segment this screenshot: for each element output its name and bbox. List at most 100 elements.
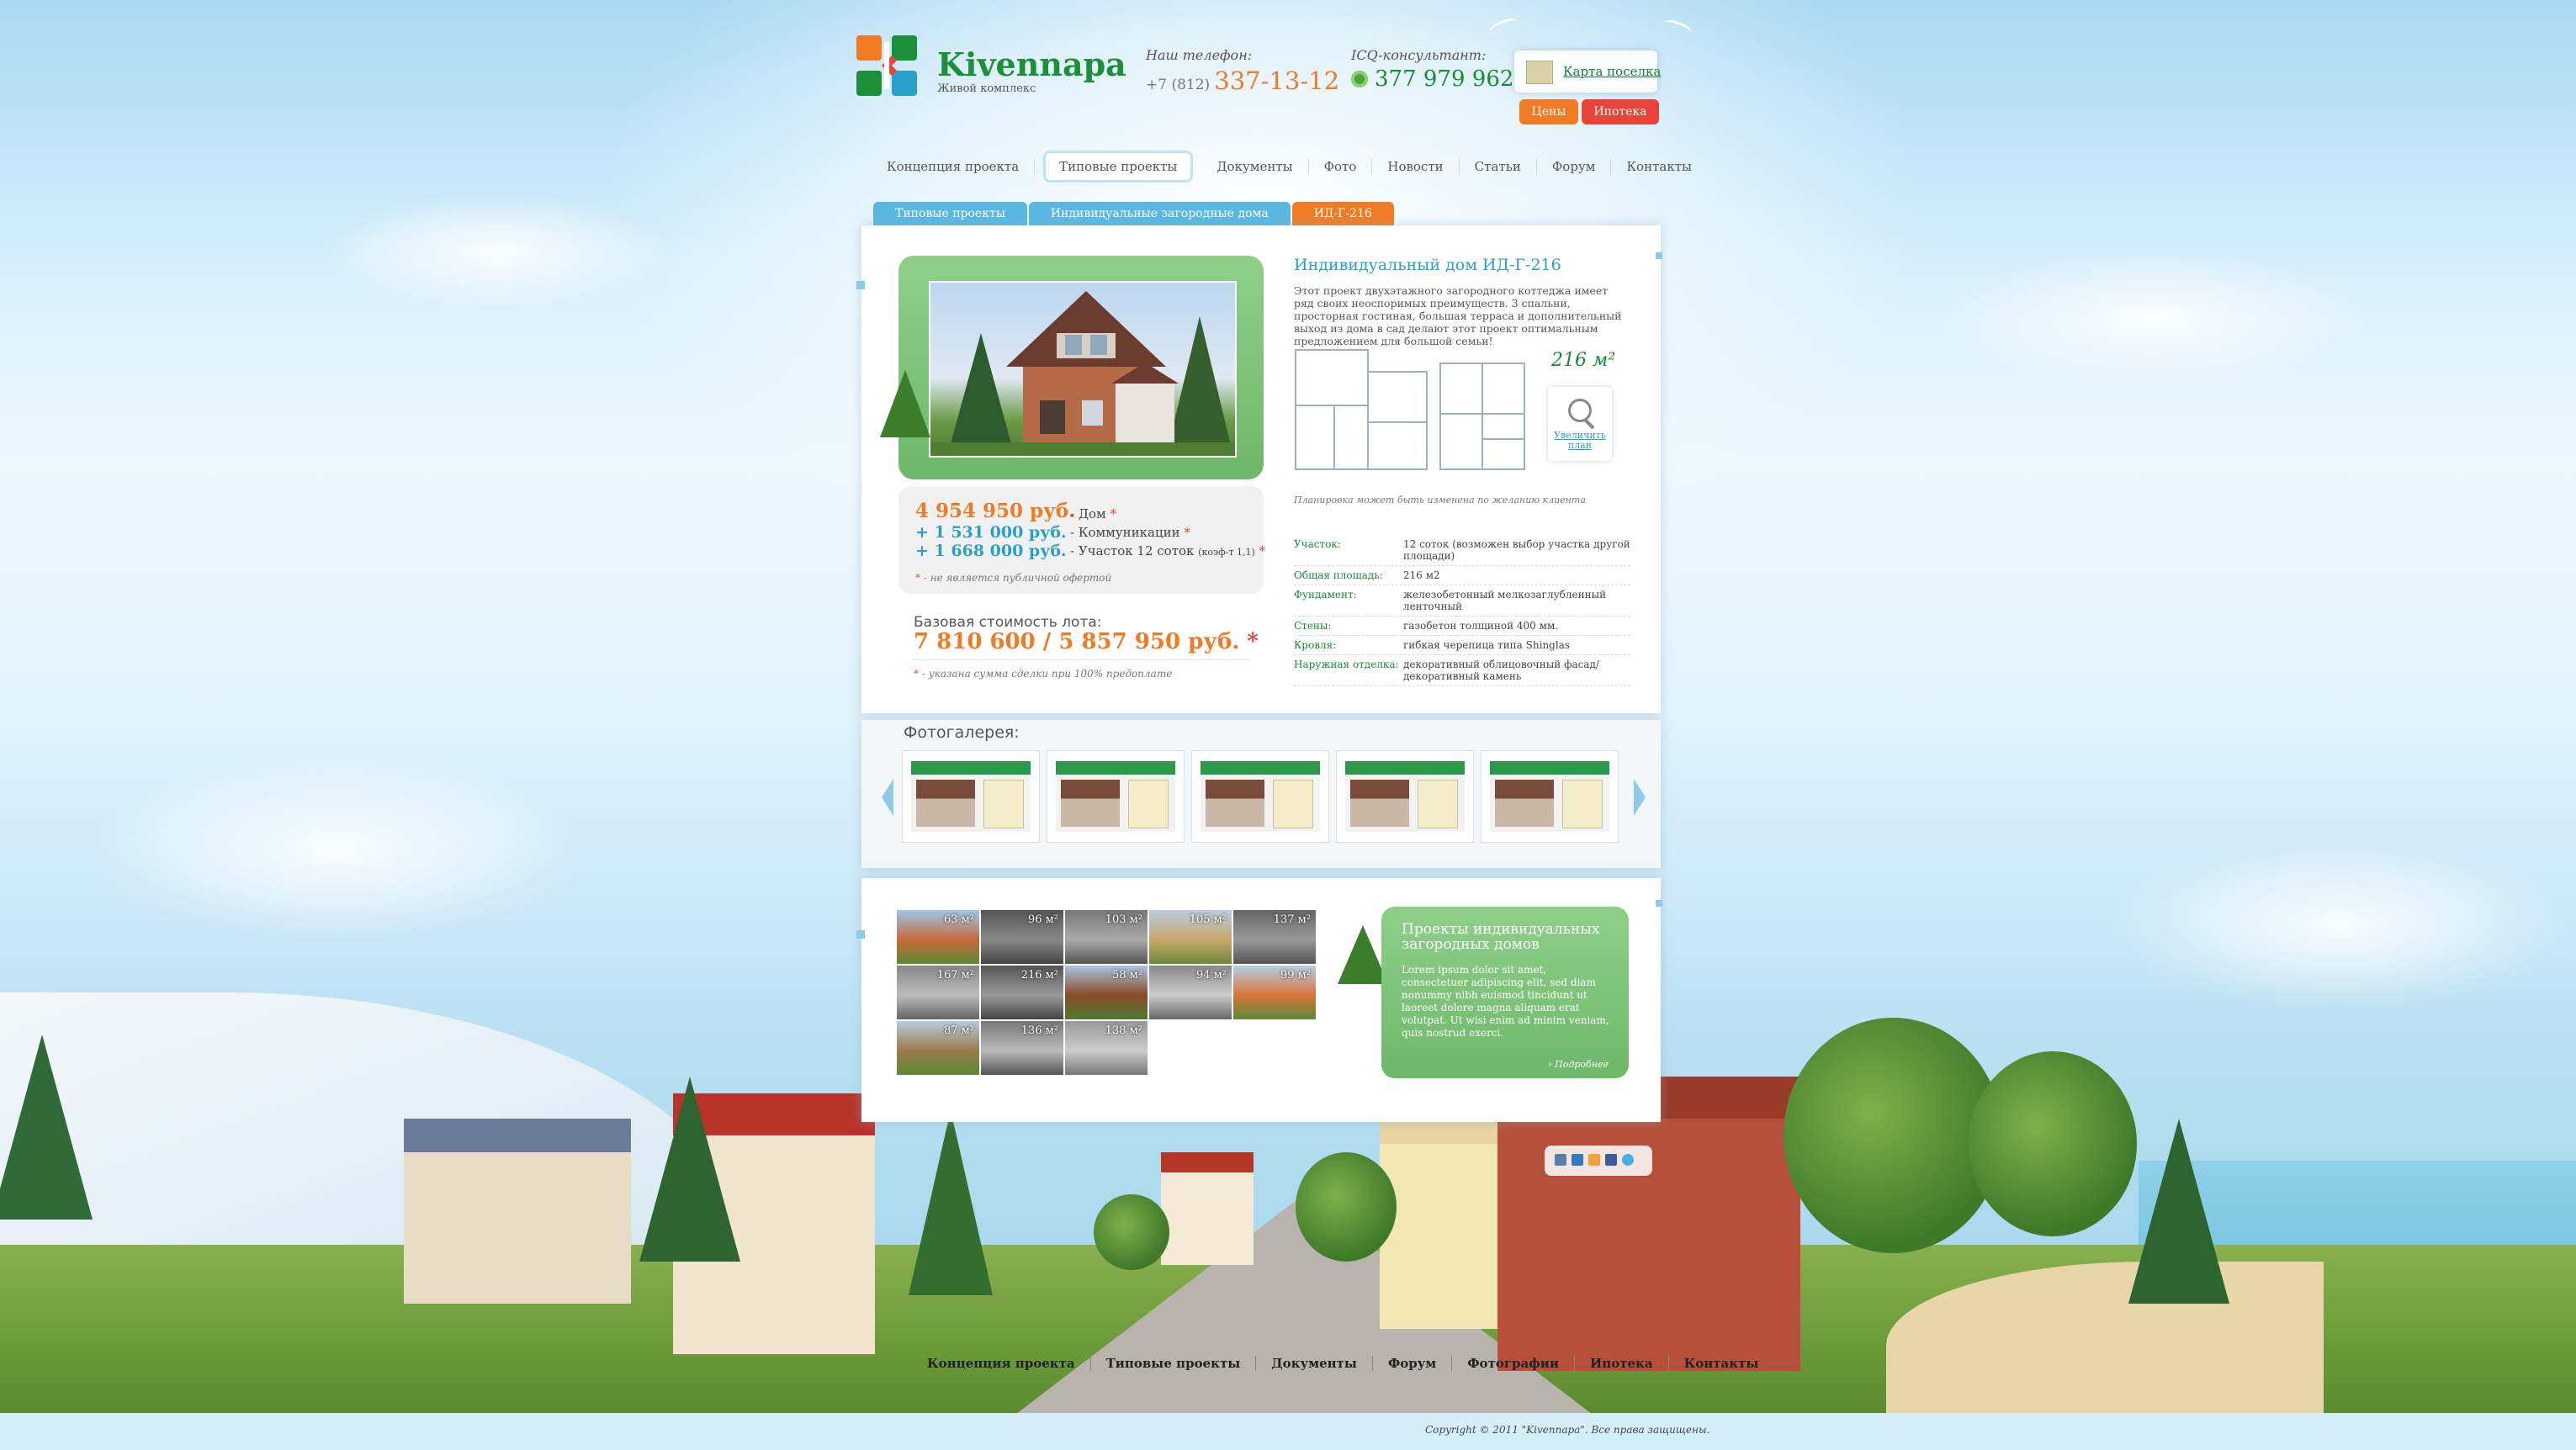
gallery-thumbnail[interactable] [1191, 750, 1329, 843]
palm-decoration [1338, 925, 1388, 984]
spec-row: Стены: газобетон толщиной 400 мм. [1294, 617, 1630, 636]
footer-nav: Концепция проекта Типовые проекты Докуме… [912, 1356, 1773, 1371]
gallery-next-arrow-icon[interactable] [1634, 779, 1646, 816]
project-thumb[interactable]: 94 м² [1149, 966, 1232, 1019]
map-icon [1526, 61, 1553, 84]
social-links [1545, 1146, 1652, 1176]
spec-row: Общая площадь: 216 м2 [1294, 566, 1630, 585]
project-thumb[interactable]: 103 м² [1065, 910, 1148, 964]
project-thumb[interactable]: 167 м² [897, 966, 979, 1019]
panel-corner-marker [856, 281, 865, 289]
asterisk: * [1184, 525, 1190, 540]
map-link-label[interactable]: Карта поселка [1563, 64, 1661, 79]
gallery-prev-arrow-icon[interactable] [882, 779, 893, 816]
nav-item-articles[interactable]: Статьи [1460, 158, 1537, 175]
spec-row: Наружная отделка: декоративный облицовочн… [1294, 655, 1630, 686]
blog-icon[interactable] [1572, 1154, 1583, 1166]
project-thumb[interactable]: 105 м² [1149, 910, 1232, 964]
spec-key: Стены: [1294, 620, 1332, 632]
scenery-house [404, 1119, 631, 1304]
project-area: 136 м² [1020, 1024, 1058, 1037]
cloud [1935, 252, 2372, 387]
village-map-link[interactable]: Карта поселка [1514, 50, 1661, 93]
projects-grid: 63 м² 96 м² 103 м² 105 м² 137 м² 167 м² … [897, 910, 1317, 1078]
mortgage-button[interactable]: Ипотека [1582, 99, 1659, 124]
house-photo[interactable] [929, 281, 1237, 458]
subtab-current-house[interactable]: ИД-Г-216 [1291, 202, 1394, 225]
footer-link-mortgage[interactable]: Ипотека [1575, 1356, 1669, 1371]
facebook-icon[interactable] [1605, 1154, 1617, 1166]
footer-link-forum[interactable]: Форум [1373, 1356, 1453, 1371]
zoom-plan-button[interactable]: Увеличить план [1548, 387, 1612, 461]
projects-card-text: Lorem ipsum dolor sit amet, consectetuer… [1402, 964, 1609, 1039]
spec-row: Участок: 12 соток (возможен выбор участка… [1294, 535, 1630, 566]
project-area: 216 м² [1020, 969, 1058, 982]
nav-item-concept[interactable]: Концепция проекта [872, 158, 1036, 175]
footer-link-documents[interactable]: Документы [1256, 1356, 1373, 1371]
asterisk: * [1259, 543, 1266, 558]
project-thumb[interactable]: 58 м² [1065, 966, 1148, 1019]
odnoklassniki-icon[interactable] [1588, 1154, 1600, 1166]
pine-tree [639, 1077, 740, 1262]
nav-item-typical-projects[interactable]: Типовые проекты [1043, 151, 1194, 183]
vkontakte-icon[interactable] [1555, 1154, 1566, 1166]
scenery-house [1161, 1152, 1254, 1265]
nav-item-forum[interactable]: Форум [1537, 158, 1612, 175]
prices-button[interactable]: Цены [1519, 99, 1578, 124]
gallery-thumbnail[interactable] [1481, 750, 1619, 843]
gallery-thumbnail[interactable] [902, 750, 1040, 843]
panel-corner-marker [1656, 252, 1662, 259]
communications-price: + 1 531 000 руб. [915, 523, 1067, 542]
floor-plan[interactable] [1292, 347, 1536, 473]
project-thumb[interactable]: 216 м² [981, 966, 1063, 1019]
icq-number: 377 979 962 [1375, 66, 1514, 92]
individual-projects-card: Проекты индивидуальных загородных домов … [1381, 907, 1629, 1078]
nav-item-contacts[interactable]: Контакты [1611, 158, 1707, 175]
gallery-thumbnail[interactable] [1047, 750, 1185, 843]
twitter-icon[interactable] [1622, 1154, 1634, 1166]
footer-link-contacts[interactable]: Контакты [1669, 1356, 1774, 1371]
pine-tree [2128, 1119, 2229, 1304]
project-thumb[interactable]: 136 м² [981, 1021, 1063, 1075]
footer-link-typical-projects[interactable]: Типовые проекты [1091, 1356, 1257, 1371]
phone-block: Наш телефон: +7 (812) 337-13-12 [1146, 47, 1339, 95]
footer-link-concept[interactable]: Концепция проекта [912, 1356, 1091, 1371]
copyright: Copyright © 2011 "Kivennapa". Все права … [1425, 1424, 1710, 1436]
nav-item-photo[interactable]: Фото [1309, 158, 1373, 175]
plot-price: + 1 668 000 руб. [915, 542, 1067, 560]
base-price-label: Базовая стоимость лота: [914, 614, 1102, 631]
project-thumb[interactable]: 63 м² [897, 910, 979, 964]
pine-tree [0, 1035, 93, 1220]
footer-link-photos[interactable]: Фотографии [1452, 1356, 1576, 1371]
project-area: 105 м² [1189, 913, 1227, 926]
project-thumb[interactable]: 137 м² [1233, 910, 1316, 964]
cloud [2103, 841, 2574, 1009]
asterisk: * [914, 668, 919, 680]
offer-note: - не является публичной офертой [923, 572, 1112, 584]
asterisk: * [1247, 629, 1259, 654]
project-area: 137 м² [1273, 913, 1311, 926]
nav-item-news[interactable]: Новости [1372, 158, 1460, 175]
projects-more-link[interactable]: › Подробнее [1548, 1059, 1609, 1070]
nav-item-documents[interactable]: Документы [1201, 158, 1309, 175]
spec-key: Участок: [1294, 538, 1341, 550]
project-thumb[interactable]: 96 м² [981, 910, 1063, 964]
subtab-individual-houses[interactable]: Индивидуальные загородные дома [1028, 202, 1291, 225]
cloud [320, 193, 673, 311]
price-breakdown: 4 954 950 руб. - Дом * + 1 531 000 руб. … [898, 486, 1266, 594]
spec-key: Общая площадь: [1294, 569, 1383, 581]
project-thumb[interactable]: 138 м² [1065, 1021, 1148, 1075]
projects-more-label[interactable]: Подробнее [1555, 1059, 1609, 1070]
project-thumb[interactable]: 87 м² [897, 1021, 979, 1075]
zoom-plan-label[interactable]: Увеличить план [1548, 431, 1612, 451]
house-title: Индивидуальный дом ИД-Г-216 [1294, 256, 1561, 274]
asterisk: * [1110, 506, 1117, 521]
project-area: 99 м² [1280, 969, 1311, 982]
gallery-thumbnail[interactable] [1336, 750, 1474, 843]
base-price: 7 810 600 / 5 857 950 руб. [914, 629, 1240, 654]
subtab-typical-projects[interactable]: Типовые проекты [873, 202, 1027, 225]
footer-bar [0, 1413, 2576, 1450]
divider [914, 659, 1250, 660]
project-thumb[interactable]: 99 м² [1233, 966, 1316, 1019]
main-nav: Концепция проекта Типовые проекты Докуме… [872, 150, 1707, 183]
